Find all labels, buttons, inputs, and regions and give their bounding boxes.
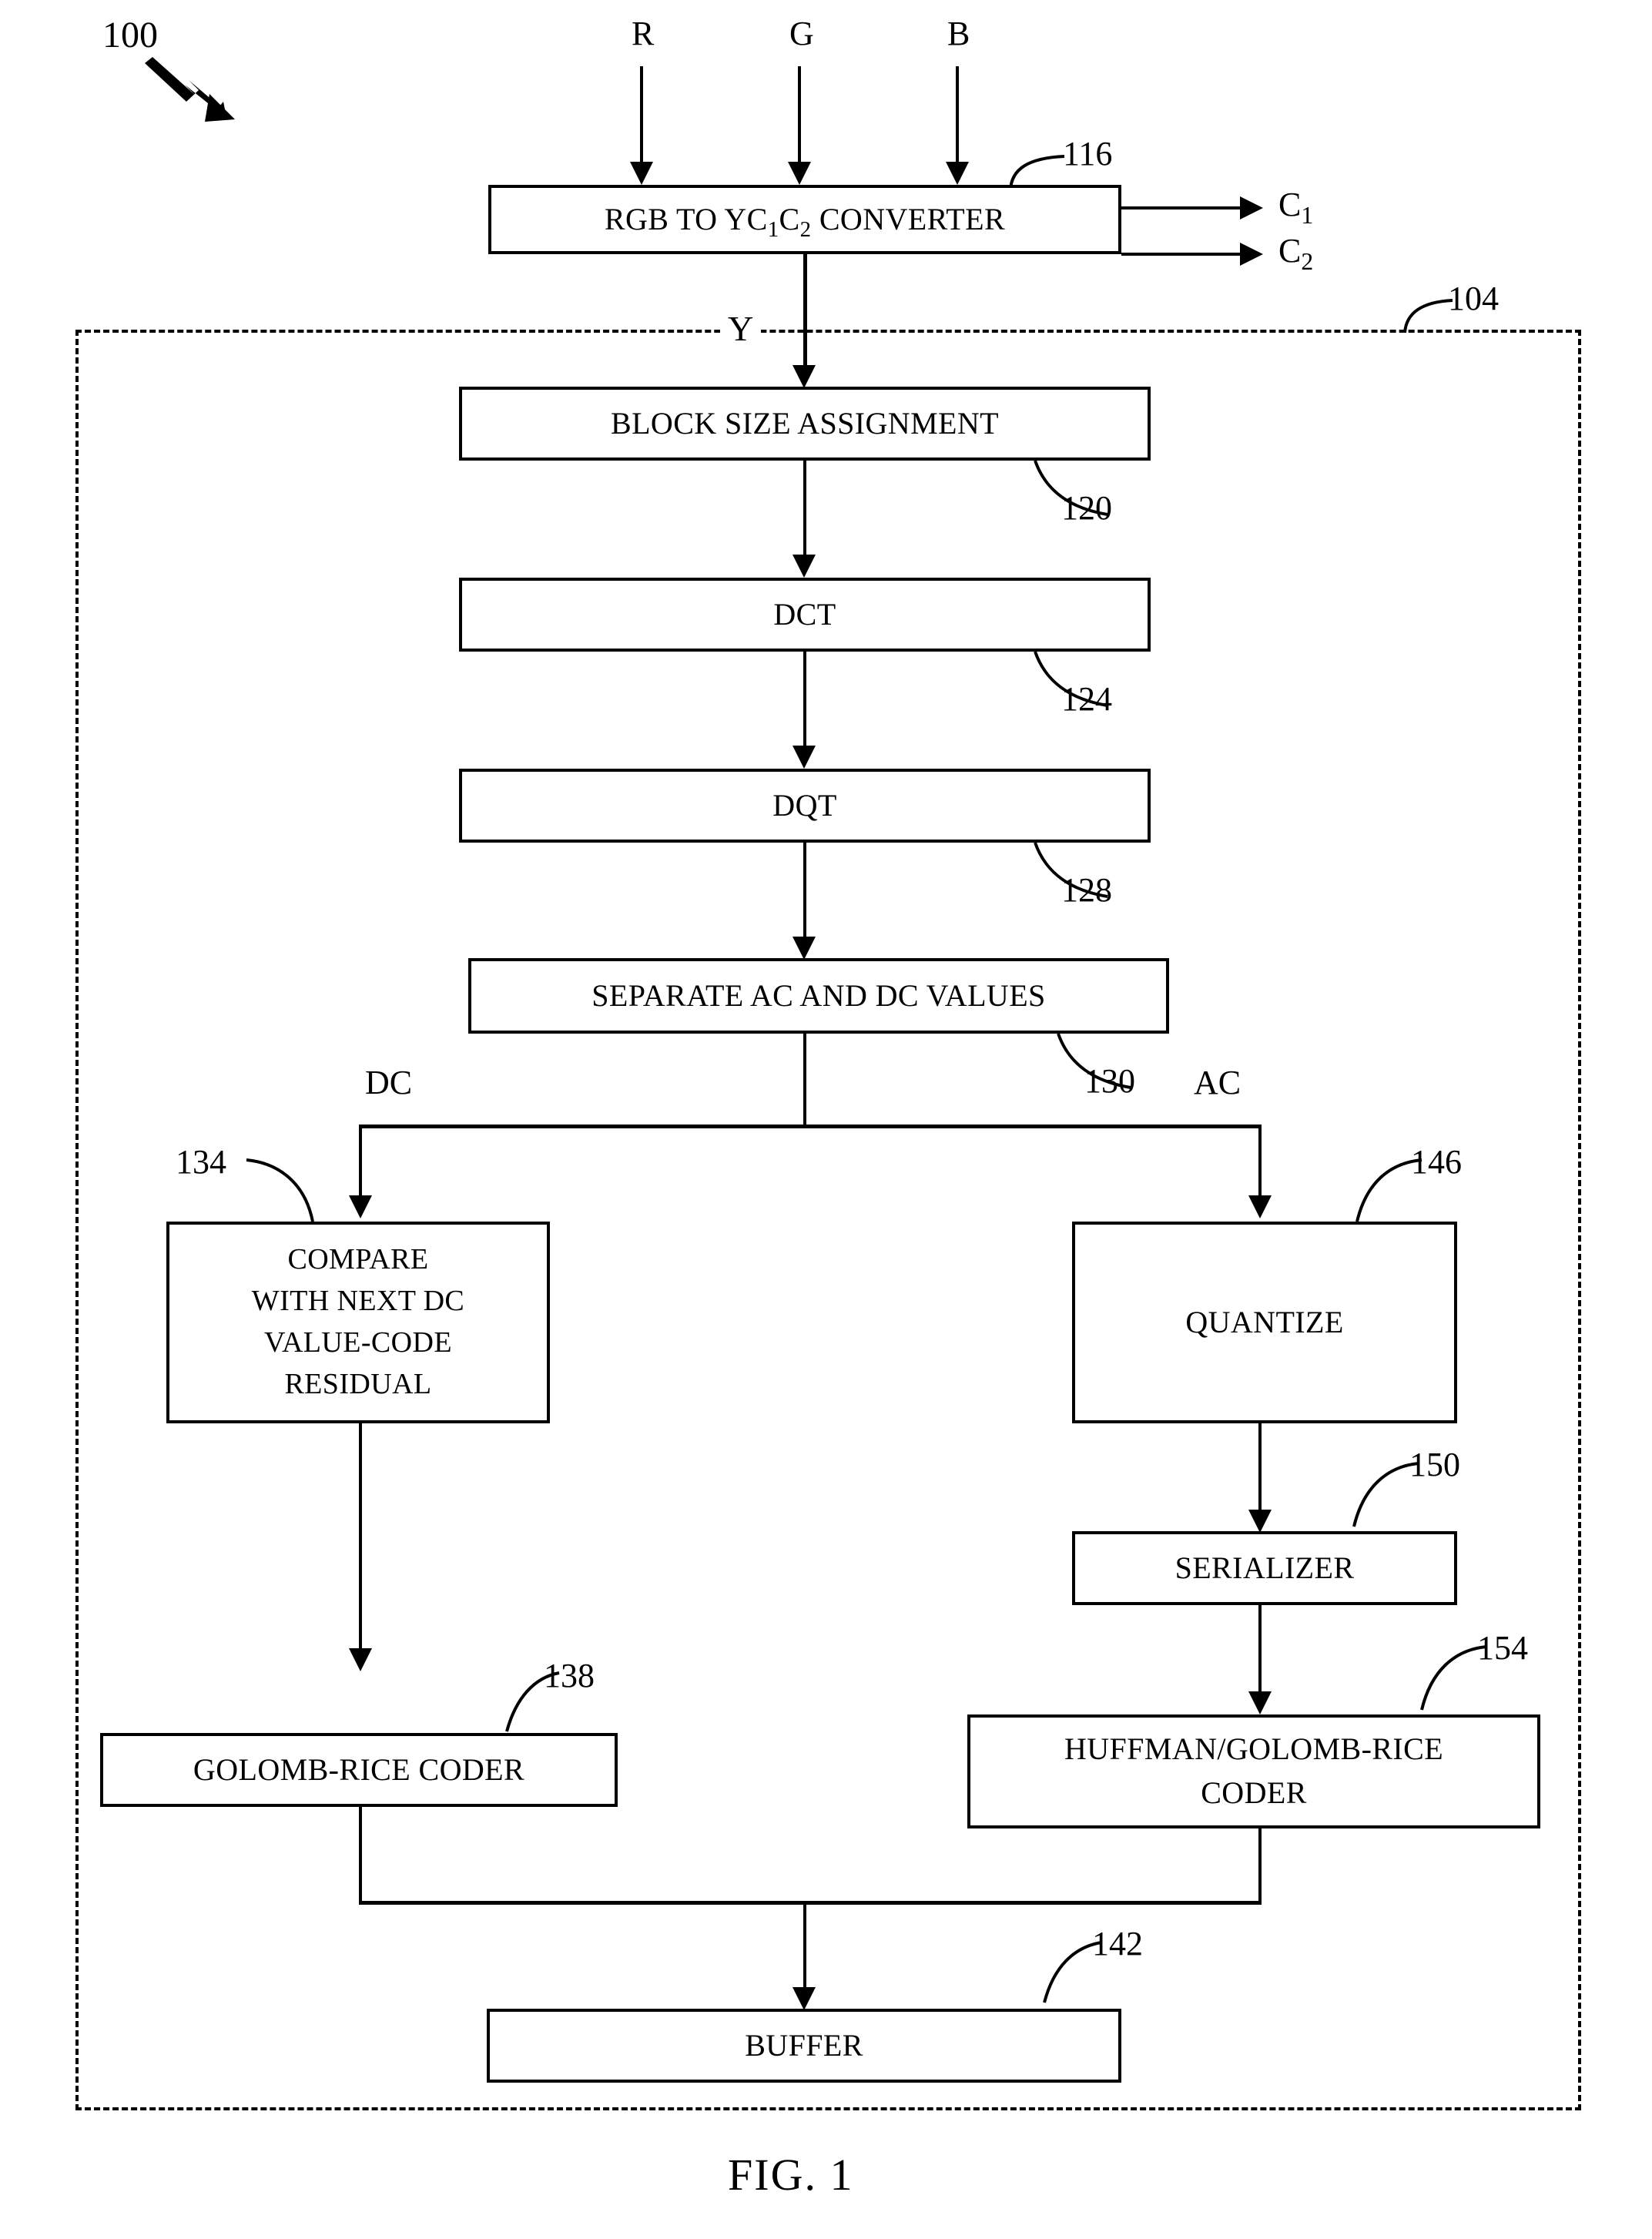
ref-142: 142 xyxy=(1092,1925,1143,1962)
connector-serializer-to-huffman xyxy=(1258,1605,1262,1698)
arrowhead-merge-to-buffer xyxy=(792,1987,816,2010)
arrowhead-dct-to-dqt xyxy=(792,746,816,769)
arrowhead-dqt-to-separate xyxy=(792,937,816,960)
block-dqt[interactable]: DQT xyxy=(459,769,1151,843)
block-label-dct: DCT xyxy=(773,597,836,632)
figure-caption: FIG. 1 xyxy=(728,2150,854,2200)
connector-bsa-to-dct xyxy=(803,461,806,561)
arrowhead-y xyxy=(792,365,816,388)
block-buffer[interactable]: BUFFER xyxy=(487,2009,1121,2083)
block-label-converter: RGB TO YC1C2 CONVERTER xyxy=(604,202,1006,243)
ac-branch-line xyxy=(1258,1125,1262,1202)
split-bar xyxy=(359,1125,1262,1128)
figure-canvas: 100 R G B 116 RGB TO YC1C2 CONVERTER C1 … xyxy=(0,0,1652,2239)
arrowhead-c2 xyxy=(1240,243,1263,266)
arrowhead-bsa-to-dct xyxy=(792,555,816,578)
ref-150: 150 xyxy=(1409,1446,1460,1483)
merge-line-left xyxy=(359,1807,362,1904)
block-separate-ac-and-dc-values[interactable]: SEPARATE AC AND DC VALUES xyxy=(468,958,1169,1034)
input-label-r: R xyxy=(632,15,655,52)
arrowhead-compare-to-golomb-rice xyxy=(349,1648,372,1671)
arrow-line-b xyxy=(956,66,959,166)
block-label-block-size-assignment: BLOCK SIZE ASSIGNMENT xyxy=(611,406,999,441)
ref-138: 138 xyxy=(544,1657,595,1694)
arrowhead-r xyxy=(630,162,653,185)
ref-120: 120 xyxy=(1061,489,1112,527)
arrow-line-g xyxy=(798,66,801,166)
output-line-c2 xyxy=(1121,253,1245,256)
block-huffman-golomb-rice-coder[interactable]: HUFFMAN/GOLOMB-RICE CODER xyxy=(967,1714,1540,1828)
ref-124: 124 xyxy=(1061,680,1112,718)
connector-merge-to-buffer xyxy=(803,1902,806,1993)
block-label-huffman-golomb-rice-coder: HUFFMAN/GOLOMB-RICE CODER xyxy=(1064,1731,1444,1810)
input-label-g: G xyxy=(789,15,814,52)
connector-dct-to-dqt xyxy=(803,652,806,752)
block-label-separate-ac-and-dc-values: SEPARATE AC AND DC VALUES xyxy=(591,978,1046,1014)
dc-branch-line xyxy=(359,1125,362,1202)
output-line-c1 xyxy=(1121,206,1245,209)
block-label-serializer: SERIALIZER xyxy=(1174,1550,1355,1586)
block-dct[interactable]: DCT xyxy=(459,578,1151,652)
ref-116: 116 xyxy=(1063,135,1113,173)
arrowhead-g xyxy=(788,162,811,185)
branch-label-ac: AC xyxy=(1194,1064,1242,1101)
arrow-line-r xyxy=(640,66,643,166)
connector-dqt-to-separate xyxy=(803,843,806,943)
output-label-c1: C1 xyxy=(1278,186,1314,229)
block-label-compare-with-next-dc-value-code-residual: COMPARE WITH NEXT DC VALUE-CODE RESIDUAL xyxy=(251,1243,465,1400)
block-block-size-assignment[interactable]: BLOCK SIZE ASSIGNMENT xyxy=(459,387,1151,461)
output-label-c2: C2 xyxy=(1278,232,1314,275)
block-rgb-to-yc1c2-converter[interactable]: RGB TO YC1C2 CONVERTER xyxy=(488,185,1121,254)
signal-line-y xyxy=(803,254,807,371)
arrowhead-c1 xyxy=(1240,196,1263,220)
block-compare-with-next-dc-value-code-residual[interactable]: COMPARE WITH NEXT DC VALUE-CODE RESIDUAL xyxy=(166,1222,550,1423)
arrowhead-quantize-to-serializer xyxy=(1248,1510,1272,1533)
signal-label-y: Y xyxy=(720,311,762,347)
arrowhead-serializer-to-huffman xyxy=(1248,1691,1272,1714)
arrowhead-ac-branch xyxy=(1248,1195,1272,1218)
ref-104: 104 xyxy=(1448,280,1499,317)
ref-134: 134 xyxy=(176,1143,226,1181)
ref-130: 130 xyxy=(1084,1062,1135,1100)
connector-compare-to-golomb-rice xyxy=(359,1423,362,1654)
block-serializer[interactable]: SERIALIZER xyxy=(1072,1531,1457,1605)
ref-128: 128 xyxy=(1061,871,1112,909)
arrowhead-b xyxy=(946,162,969,185)
lightning-leader-icon xyxy=(145,57,235,122)
ref-154: 154 xyxy=(1477,1629,1528,1667)
block-label-golomb-rice-coder: GOLOMB-RICE CODER xyxy=(193,1752,525,1788)
merge-bar xyxy=(359,1901,1262,1905)
merge-line-right xyxy=(1258,1828,1262,1904)
split-stem xyxy=(803,1034,806,1128)
ref-100: 100 xyxy=(102,15,158,55)
input-label-b: B xyxy=(947,15,970,52)
block-label-quantize: QUANTIZE xyxy=(1185,1305,1344,1340)
arrowhead-dc-branch xyxy=(349,1195,372,1218)
block-label-buffer: BUFFER xyxy=(745,2028,863,2063)
branch-label-dc: DC xyxy=(365,1064,413,1101)
connector-quantize-to-serializer xyxy=(1258,1423,1262,1516)
block-golomb-rice-coder[interactable]: GOLOMB-RICE CODER xyxy=(100,1733,618,1807)
block-quantize[interactable]: QUANTIZE xyxy=(1072,1222,1457,1423)
ref-146: 146 xyxy=(1411,1143,1462,1181)
block-label-dqt: DQT xyxy=(772,788,837,823)
